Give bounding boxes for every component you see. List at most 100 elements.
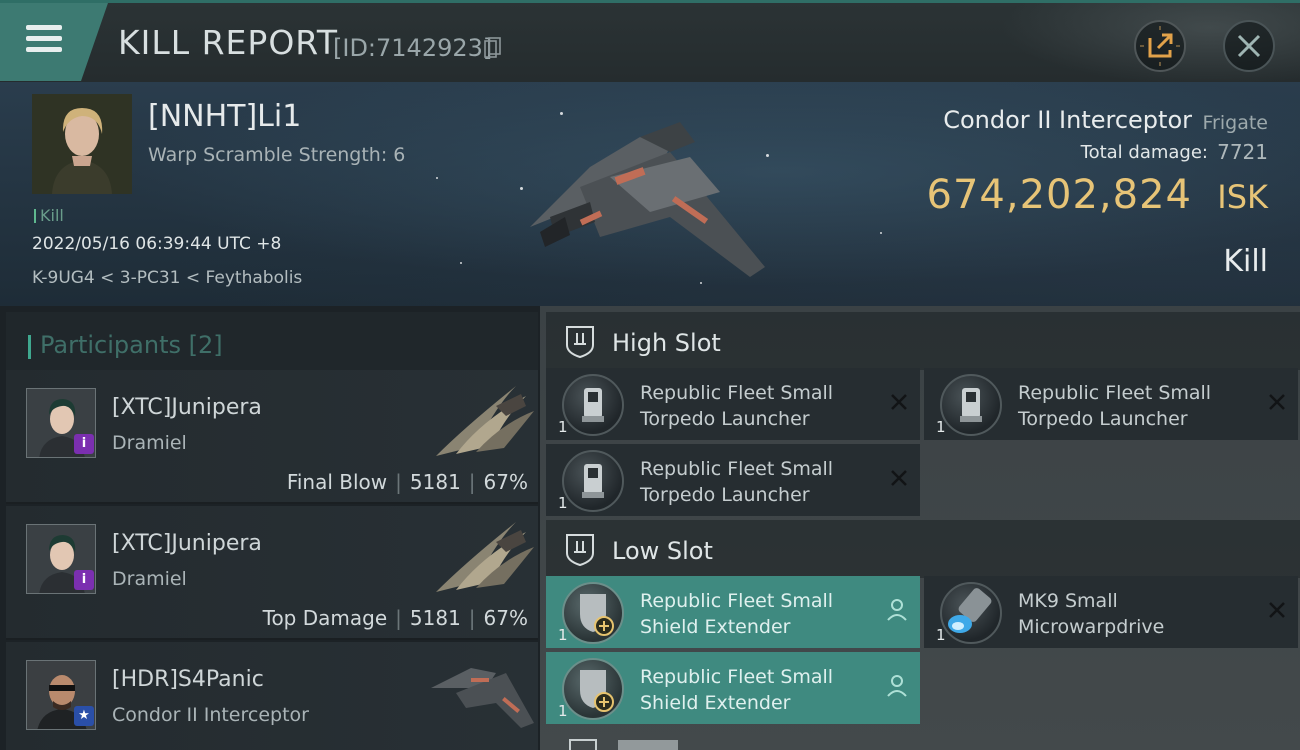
isk-value: 674,202,824 <box>926 172 1192 218</box>
participant-ship-image <box>431 668 534 728</box>
participant-role: Final Blow <box>286 470 388 494</box>
victim-ship-class: Frigate <box>1202 112 1268 134</box>
module-quantity: 1 <box>936 418 946 436</box>
module-item[interactable]: 1 Republic Fleet Small Torpedo Launcher <box>546 368 920 440</box>
participant-card[interactable]: ★ [HDR]S4Panic Condor II Interceptor <box>6 642 538 750</box>
participants-title: Participants [2] <box>28 331 223 359</box>
module-item[interactable]: 1 Republic Fleet Small Torpedo Launcher <box>924 368 1298 440</box>
participant-ship-image <box>436 386 534 456</box>
share-button[interactable] <box>1134 20 1186 72</box>
participant-stats: Final Blow | 5181 | 67% <box>287 470 528 494</box>
participant-percent: 67% <box>483 606 528 630</box>
high-slot-icon <box>566 326 594 358</box>
destroyed-x-icon <box>1269 394 1285 410</box>
participant-name[interactable]: [XTC]Junipera <box>112 531 262 556</box>
stats-separator: | <box>395 606 402 630</box>
participant-badge: i <box>74 570 94 590</box>
module-name: Republic Fleet Small Shield Extender <box>640 588 880 640</box>
module-name-line2: Torpedo Launcher <box>1018 408 1188 430</box>
module-name-line2: Torpedo Launcher <box>640 484 810 506</box>
participant-damage: 5181 <box>409 470 461 494</box>
copy-icon[interactable] <box>484 37 502 59</box>
module-quantity: 1 <box>558 418 568 436</box>
dropped-person-icon <box>887 599 907 621</box>
microwarpdrive-icon <box>940 582 1002 644</box>
participant-ship: Dramiel <box>112 432 187 454</box>
victim-portrait[interactable] <box>32 94 132 194</box>
fitting-panel: High Slot 1 Republic Fleet Small Torpedo … <box>540 306 1300 750</box>
high-slot-title: High Slot <box>612 329 721 357</box>
module-item[interactable]: 1 Republic Fleet Small Torpedo Launcher <box>546 444 920 516</box>
module-name: Republic Fleet Small Torpedo Launcher <box>640 380 880 432</box>
participant-ship: Condor II Interceptor <box>112 704 309 726</box>
warp-scramble-strength: Warp Scramble Strength: 6 <box>148 144 406 166</box>
participant-stats: Top Damage | 5181 | 67% <box>263 606 528 630</box>
header-bar: KILL REPORT [ID:7142923] <box>0 0 1300 85</box>
stats-separator: | <box>395 470 402 494</box>
module-name-line1: Republic Fleet Small <box>1018 382 1212 404</box>
module-name: Republic Fleet Small Shield Extender <box>640 664 880 716</box>
isk-label: ISK <box>1217 178 1268 216</box>
menu-button[interactable] <box>0 3 108 81</box>
kill-tag: Kill <box>34 206 64 225</box>
module-name: MK9 Small Microwarpdrive <box>1018 588 1258 640</box>
module-item[interactable]: 1 Republic Fleet Small Shield Extender <box>546 652 920 724</box>
module-name-line1: MK9 Small <box>1018 590 1118 612</box>
destroyed-x-icon <box>1269 602 1285 618</box>
close-button[interactable] <box>1223 20 1275 72</box>
high-slot-header: High Slot <box>546 312 1300 370</box>
shield-extender-icon <box>562 658 624 720</box>
participant-role: Top Damage <box>262 606 388 630</box>
kill-location[interactable]: K-9UG4 < 3-PC31 < Feythabolis <box>32 268 302 288</box>
module-name: Republic Fleet Small Torpedo Launcher <box>640 456 880 508</box>
close-icon <box>1237 34 1261 58</box>
participant-card[interactable]: i [XTC]Junipera Dramiel Final Blow | 5181 |… <box>6 370 538 504</box>
participant-damage: 5181 <box>409 606 461 630</box>
participant-percent: 67% <box>483 470 528 494</box>
module-name-line2: Shield Extender <box>640 616 791 638</box>
stats-separator: | <box>468 606 476 630</box>
module-name-line1: Republic Fleet Small <box>640 382 834 404</box>
module-name-line1: Republic Fleet Small <box>640 666 834 688</box>
victim-ship-name[interactable]: Condor II Interceptor <box>943 106 1192 134</box>
module-name-line1: Republic Fleet Small <box>640 458 834 480</box>
participant-badge: i <box>74 434 94 454</box>
low-slot-icon <box>566 534 594 566</box>
report-id: [ID:7142923] <box>333 34 493 62</box>
kill-datetime: 2022/05/16 06:39:44 UTC +8 <box>32 234 282 254</box>
participant-badge: ★ <box>74 706 94 726</box>
torpedo-launcher-icon <box>940 374 1002 436</box>
next-slot-header-icon <box>569 739 678 750</box>
shield-extender-icon <box>562 582 624 644</box>
total-damage-label: Total damage: <box>1080 142 1208 163</box>
module-name-line2: Shield Extender <box>640 692 791 714</box>
hamburger-menu-icon <box>26 25 62 55</box>
module-item[interactable]: 1 Republic Fleet Small Shield Extender <box>546 576 920 648</box>
participant-name[interactable]: [XTC]Junipera <box>112 395 262 420</box>
module-quantity: 1 <box>936 626 946 644</box>
participant-name[interactable]: [HDR]S4Panic <box>112 667 264 692</box>
module-quantity: 1 <box>558 494 568 512</box>
module-quantity: 1 <box>558 702 568 720</box>
total-damage-value: 7721 <box>1217 140 1268 164</box>
victim-ship-render <box>530 122 765 277</box>
destroyed-x-icon <box>891 470 907 486</box>
victim-banner: [NNHT]Li1 Warp Scramble Strength: 6 Kill… <box>0 82 1300 306</box>
page-title: KILL REPORT <box>118 23 338 62</box>
low-slot-title: Low Slot <box>612 537 713 565</box>
victim-name[interactable]: [NNHT]Li1 <box>148 99 301 134</box>
participant-ship: Dramiel <box>112 568 187 590</box>
stats-separator: | <box>468 470 476 494</box>
kill-result: Kill <box>1223 244 1268 279</box>
participant-card[interactable]: i [XTC]Junipera Dramiel Top Damage | 5181 |… <box>6 506 538 640</box>
module-name-line2: Microwarpdrive <box>1018 616 1165 638</box>
module-item[interactable]: 1 MK9 Small Microwarpdrive <box>924 576 1298 648</box>
module-name-line2: Torpedo Launcher <box>640 408 810 430</box>
share-icon <box>1140 26 1180 66</box>
participants-header: Participants [2] <box>6 312 538 370</box>
module-quantity: 1 <box>558 626 568 644</box>
destroyed-x-icon <box>891 394 907 410</box>
torpedo-launcher-icon <box>562 374 624 436</box>
participant-ship-image <box>436 522 534 592</box>
torpedo-launcher-icon <box>562 450 624 512</box>
